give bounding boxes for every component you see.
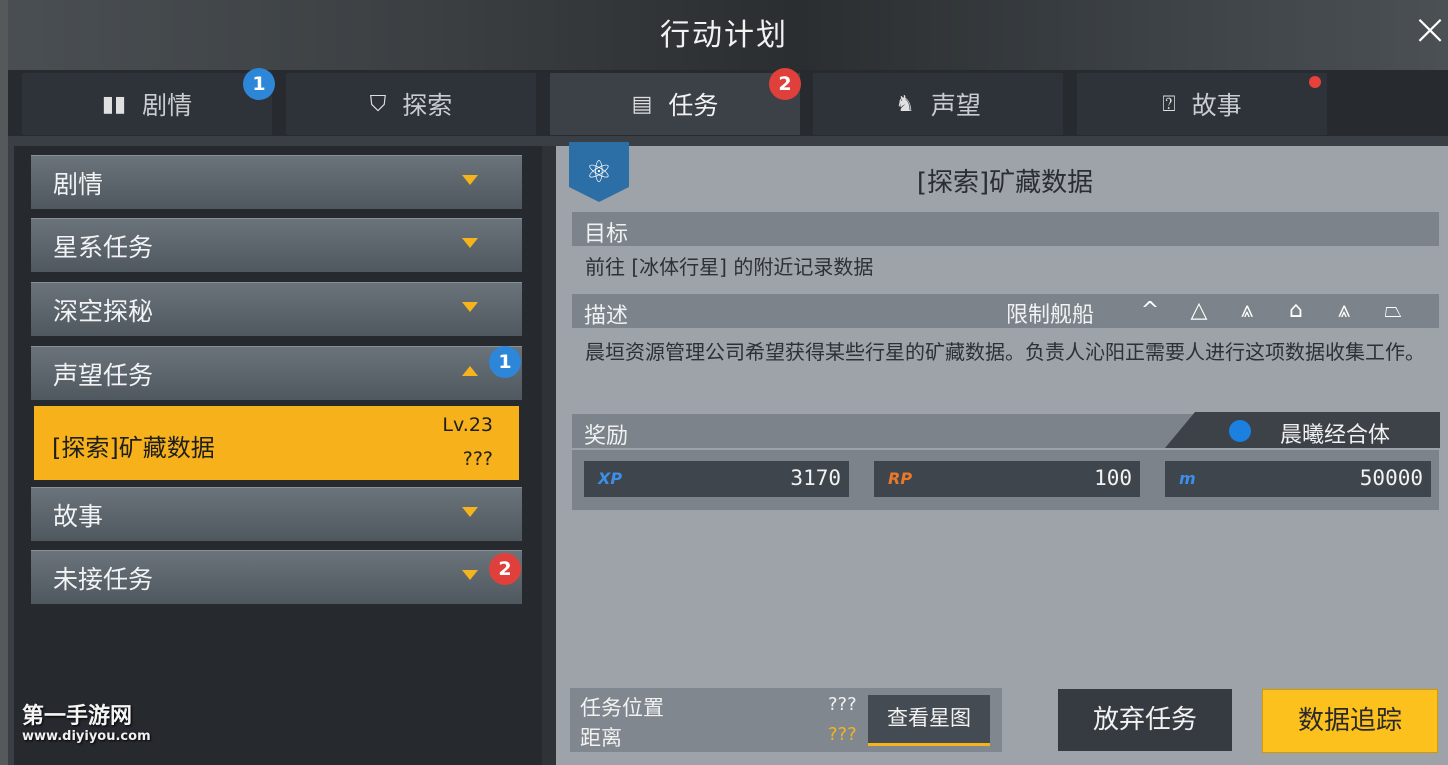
quest-item-selected[interactable]: [探索]矿藏数据 Lv.23 ??? bbox=[34, 406, 519, 480]
quest-unknown: ??? bbox=[462, 448, 493, 470]
abandon-quest-button[interactable]: 放弃任务 bbox=[1058, 689, 1232, 751]
ship-class-icon: ⩓ bbox=[1337, 298, 1351, 323]
reward-header-label: 奖励 bbox=[584, 424, 629, 449]
notification-badge: 1 bbox=[243, 68, 275, 100]
quest-level: Lv.23 bbox=[442, 414, 493, 436]
rp-icon: RP bbox=[888, 469, 913, 488]
goal-text: 前往 [冰体行星] 的附近记录数据 bbox=[585, 255, 874, 279]
tab-story[interactable]: ▮▮ 剧情 bbox=[22, 73, 272, 135]
ship-restriction-label: 限制舰船 bbox=[1006, 303, 1095, 328]
left-edge bbox=[0, 0, 8, 765]
tab-tale[interactable]: ⍰ 故事 bbox=[1077, 73, 1327, 135]
category-label: 深空探秘 bbox=[53, 297, 154, 326]
story-icon: ⍰ bbox=[1162, 91, 1176, 117]
category-unaccepted[interactable]: 未接任务 bbox=[31, 550, 522, 604]
watermark: 第一手游网 bbox=[22, 704, 133, 729]
description-text: 晨垣资源管理公司希望获得某些行星的矿藏数据。负责人沁阳正需要人进行这项数据收集工… bbox=[585, 340, 1425, 364]
watermark-url: www.diyiyou.com bbox=[22, 729, 151, 744]
chevron-down-icon bbox=[462, 507, 478, 517]
book-icon: ▮▮ bbox=[101, 91, 127, 117]
page-title: 行动计划 bbox=[660, 18, 788, 53]
category-deep-space[interactable]: 深空探秘 bbox=[31, 282, 522, 336]
category-reputation[interactable]: 声望任务 bbox=[31, 346, 522, 400]
chevron-down-icon bbox=[462, 570, 478, 580]
reward-credits: m 50000 bbox=[1165, 461, 1431, 497]
ship-class-icon: △ bbox=[1190, 298, 1208, 323]
distance-value: ??? bbox=[828, 724, 857, 745]
tab-task[interactable]: ▤ 任务 bbox=[550, 73, 800, 135]
chevron-down-icon bbox=[462, 302, 478, 312]
notification-badge: 2 bbox=[769, 68, 801, 100]
goal-header-label: 目标 bbox=[584, 222, 629, 247]
faction-icon bbox=[1229, 420, 1251, 442]
faction-name: 晨曦经合体 bbox=[1280, 423, 1391, 448]
category-label: 未接任务 bbox=[53, 565, 154, 594]
location-label: 任务位置 bbox=[580, 696, 664, 720]
notification-badge: 1 bbox=[489, 346, 521, 378]
reward-rp: RP 100 bbox=[874, 461, 1140, 497]
reward-value: 100 bbox=[1094, 466, 1132, 490]
xp-icon: XP bbox=[598, 469, 623, 488]
reward-value: 50000 bbox=[1359, 466, 1423, 490]
tab-label: 声望 bbox=[930, 91, 981, 120]
chevron-up-icon bbox=[462, 366, 478, 376]
ship-class-icon: ⌂ bbox=[1289, 298, 1303, 323]
category-label: 声望任务 bbox=[53, 361, 154, 390]
category-label: 故事 bbox=[53, 502, 104, 531]
category-tale[interactable]: 故事 bbox=[31, 487, 522, 541]
tab-explore[interactable]: ⛉ 探索 bbox=[286, 73, 536, 135]
reputation-icon: ♞ bbox=[895, 91, 915, 117]
reward-value: 3170 bbox=[790, 466, 841, 490]
credits-icon: m bbox=[1179, 469, 1196, 488]
category-label: 剧情 bbox=[53, 170, 104, 199]
tab-label: 探索 bbox=[402, 91, 453, 120]
chevron-down-icon bbox=[462, 238, 478, 248]
description-header-label: 描述 bbox=[584, 304, 629, 329]
task-icon: ▤ bbox=[631, 91, 653, 117]
distance-label: 距离 bbox=[580, 726, 622, 750]
ship-class-icon: ^ bbox=[1140, 298, 1160, 323]
faction-tag: 晨曦经合体 bbox=[1165, 412, 1440, 448]
location-value: ??? bbox=[828, 694, 857, 715]
view-starmap-button[interactable]: 查看星图 bbox=[868, 695, 990, 746]
tab-label: 故事 bbox=[1191, 91, 1242, 120]
explore-icon: ⛉ bbox=[369, 91, 387, 117]
ship-class-icon: ⏢ bbox=[1384, 298, 1402, 323]
goal-header: 目标 bbox=[572, 212, 1439, 247]
tab-reputation[interactable]: ♞ 声望 bbox=[813, 73, 1063, 135]
category-galaxy[interactable]: 星系任务 bbox=[31, 218, 522, 272]
track-data-button[interactable]: 数据追踪 bbox=[1262, 689, 1438, 753]
category-label: 星系任务 bbox=[53, 233, 154, 262]
quest-title: [探索]矿藏数据 bbox=[916, 168, 1094, 198]
tab-label: 任务 bbox=[668, 91, 719, 120]
tab-label: 剧情 bbox=[142, 91, 193, 120]
chevron-down-icon bbox=[462, 175, 478, 185]
panel-divider bbox=[542, 146, 556, 765]
notification-dot bbox=[1309, 76, 1321, 88]
category-story[interactable]: 剧情 bbox=[31, 155, 522, 209]
close-icon[interactable]: × bbox=[1410, 8, 1448, 52]
quest-name: [探索]矿藏数据 bbox=[52, 434, 215, 462]
notification-badge: 2 bbox=[489, 553, 521, 585]
ship-class-icon: ⩓ bbox=[1240, 298, 1254, 323]
reward-xp: XP 3170 bbox=[584, 461, 849, 497]
